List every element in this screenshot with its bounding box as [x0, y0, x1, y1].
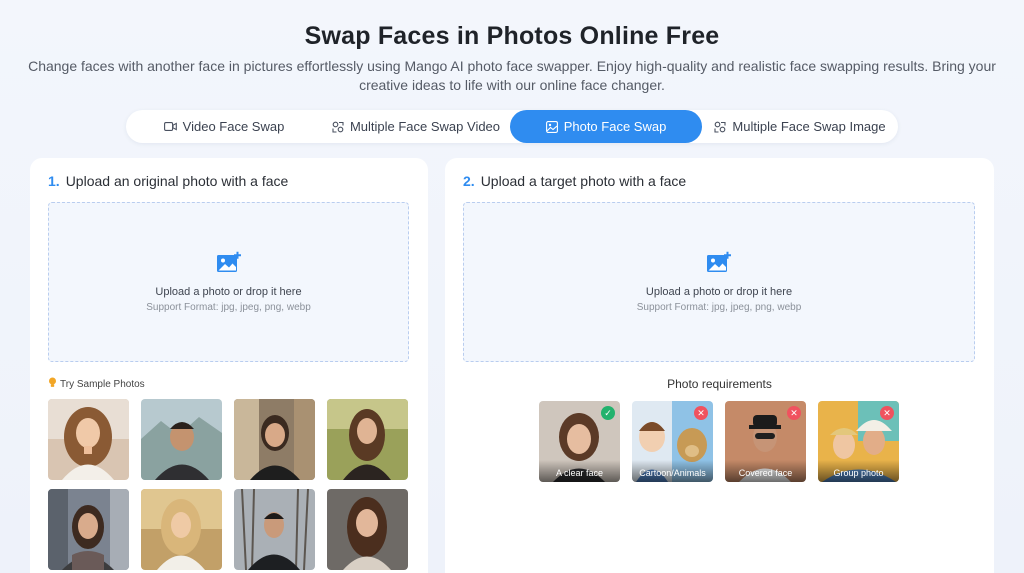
- check-icon: ✓: [601, 406, 615, 420]
- tab-multiple-face-swap-image[interactable]: Multiple Face Swap Image: [702, 110, 898, 143]
- requirement-clear-face: ✓ A clear face: [539, 401, 620, 482]
- sample-photo[interactable]: [48, 399, 129, 480]
- cross-icon: ✕: [787, 406, 801, 420]
- photo-requirements-title: Photo requirements: [667, 377, 772, 391]
- add-image-icon: [706, 251, 732, 278]
- target-photo-panel: 2. Upload a target photo with a face Uplo…: [445, 158, 994, 573]
- page-title: Swap Faces in Photos Online Free: [304, 22, 720, 50]
- support-format-text: Support Format: jpg, jpeg, png, webp: [146, 302, 311, 313]
- sample-photo[interactable]: [48, 489, 129, 570]
- requirement-covered-face: ✕ Covered face: [725, 401, 806, 482]
- cross-icon: ✕: [880, 406, 894, 420]
- multi-face-icon: [714, 121, 726, 133]
- target-photo-dropzone[interactable]: Upload a photo or drop it here Support F…: [463, 202, 975, 362]
- requirement-label: A clear face: [539, 460, 620, 482]
- tab-video-face-swap[interactable]: Video Face Swap: [126, 110, 322, 143]
- photo-requirements-row: ✓ A clear face ✕ Cartoon/Animals ✕ Cover…: [539, 401, 911, 482]
- cross-icon: ✕: [694, 406, 708, 420]
- sample-photo-grid: [48, 399, 410, 570]
- heading-text: Upload an original photo with a face: [65, 173, 289, 189]
- requirement-label: Group photo: [818, 460, 899, 482]
- tab-label: Video Face Swap: [182, 119, 285, 134]
- support-format-text: Support Format: jpg, jpeg, png, webp: [636, 302, 802, 313]
- mode-tabbar: Video Face Swap Multiple Face Swap Video…: [126, 110, 898, 143]
- original-photo-heading: 1. Upload an original photo with a face: [48, 173, 288, 189]
- step-number: 2.: [463, 173, 475, 189]
- tab-label: Multiple Face Swap Video: [349, 119, 501, 134]
- tab-multiple-face-swap-video[interactable]: Multiple Face Swap Video: [322, 110, 510, 143]
- sample-photo[interactable]: [141, 489, 222, 570]
- video-icon: [163, 121, 177, 132]
- multi-face-icon: [332, 121, 344, 133]
- upload-text: Upload a photo or drop it here: [645, 286, 793, 298]
- sample-photo[interactable]: [141, 399, 222, 480]
- original-photo-dropzone[interactable]: Upload a photo or drop it here Support F…: [48, 202, 409, 362]
- tab-photo-face-swap[interactable]: Photo Face Swap: [510, 110, 702, 143]
- requirement-label: Covered face: [725, 460, 806, 482]
- tab-label: Multiple Face Swap Image: [732, 119, 886, 134]
- add-image-icon: [216, 251, 242, 278]
- sample-label-text: Try Sample Photos: [60, 378, 145, 390]
- sample-photo[interactable]: [234, 489, 315, 570]
- tab-label: Photo Face Swap: [563, 119, 667, 134]
- sample-photo[interactable]: [327, 489, 408, 570]
- requirement-cartoon-animals: ✕ Cartoon/Animals: [632, 401, 713, 482]
- requirement-group-photo: ✕ Group photo: [818, 401, 899, 482]
- lightbulb-icon: [48, 377, 57, 391]
- step-number: 1.: [48, 173, 60, 189]
- upload-text: Upload a photo or drop it here: [155, 286, 302, 298]
- sample-photo[interactable]: [327, 399, 408, 480]
- page-subtitle: Change faces with another face in pictur…: [28, 58, 996, 93]
- original-photo-panel: 1. Upload an original photo with a face U…: [30, 158, 428, 573]
- target-photo-heading: 2. Upload a target photo with a face: [463, 173, 686, 189]
- sample-photo[interactable]: [234, 399, 315, 480]
- image-icon: [545, 120, 558, 133]
- sample-photos-label: Try Sample Photos: [48, 377, 145, 391]
- heading-text: Upload a target photo with a face: [480, 173, 687, 189]
- requirement-label: Cartoon/Animals: [632, 460, 713, 482]
